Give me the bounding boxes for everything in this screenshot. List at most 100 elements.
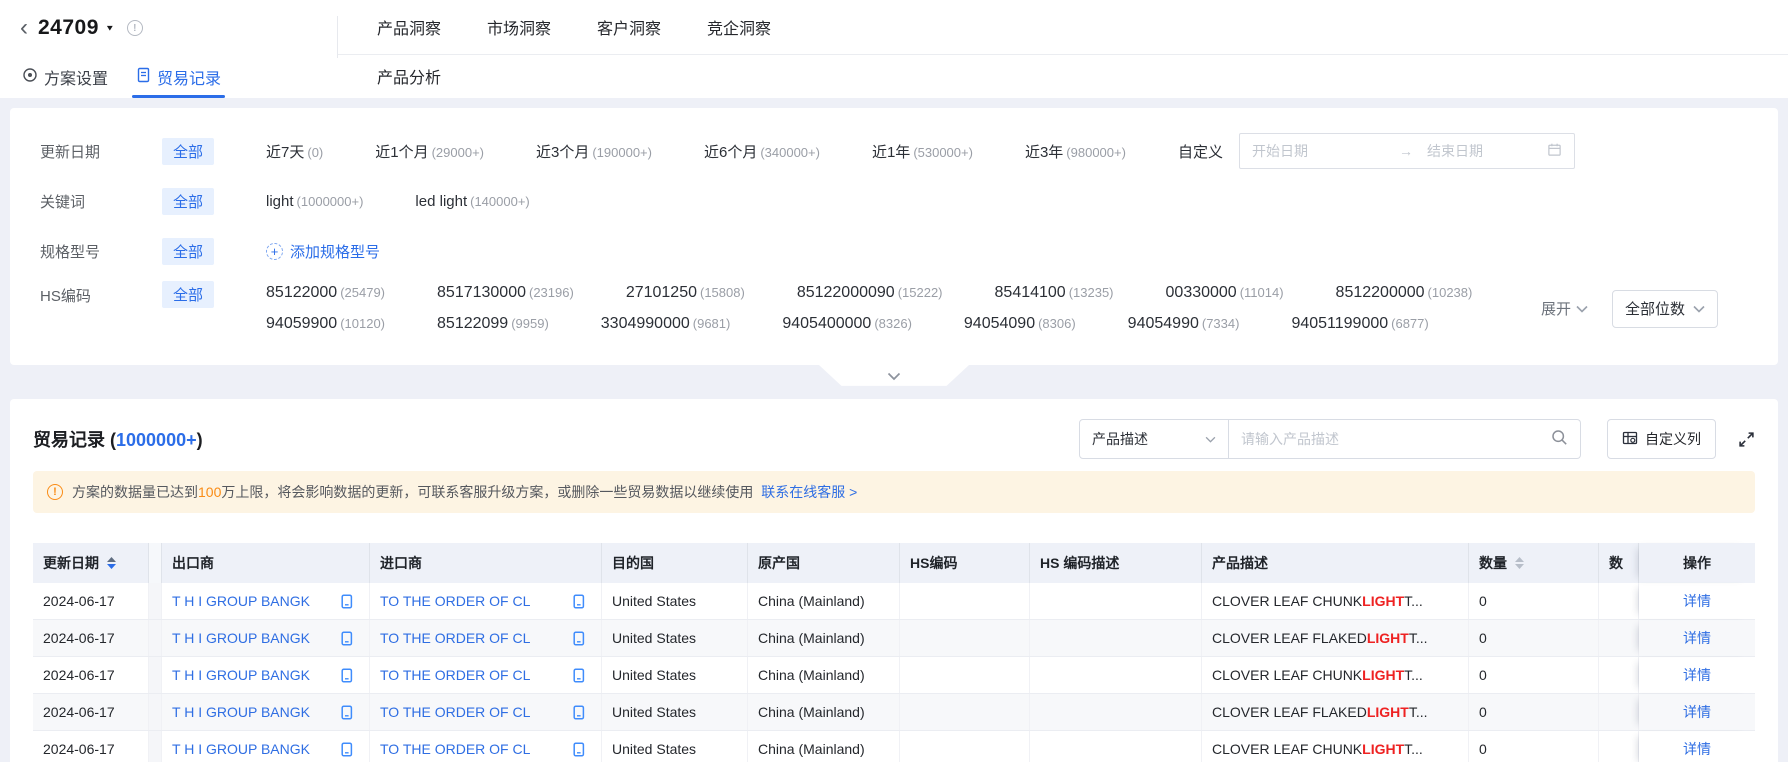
option-text: 近6个月 <box>703 143 758 161</box>
date-range-input[interactable]: 开始日期 → 结束日期 <box>1238 133 1575 169</box>
keyword-filter-option[interactable]: light (1000000+) <box>266 193 363 210</box>
hs-code-option[interactable]: 94054990 (7334) <box>1128 315 1240 333</box>
detail-link[interactable]: 详情 <box>1683 665 1711 685</box>
hs-code-option[interactable]: 85122099 (9959) <box>437 315 549 333</box>
copy-icon[interactable] <box>563 741 585 757</box>
option-count: (7334) <box>1201 316 1240 331</box>
tab-trade-records[interactable]: 贸易记录 <box>132 56 226 98</box>
section-title: 贸易记录 (1000000+) <box>33 426 203 452</box>
column-header: 数量 <box>1469 543 1599 583</box>
search-field-select[interactable]: 产品描述 <box>1079 419 1229 459</box>
collapse-filters-tab[interactable] <box>819 365 969 386</box>
sort-icon[interactable] <box>1515 557 1524 569</box>
hs-code-option[interactable]: 00330000 (11014) <box>1166 284 1284 302</box>
importer-link[interactable]: TO THE ORDER OF CL <box>380 593 530 609</box>
hs-filter-all-tag[interactable]: 全部 <box>162 281 215 308</box>
exporter-link[interactable]: T H I GROUP BANGK <box>172 741 310 757</box>
copy-icon[interactable] <box>563 704 585 720</box>
sort-icon[interactable] <box>107 557 116 569</box>
hs-code-option[interactable]: 9405400000 (8326) <box>782 315 912 333</box>
hs-code-option[interactable]: 27101250 (15808) <box>626 284 745 302</box>
cell-importer: TO THE ORDER OF CL <box>370 583 602 619</box>
hs-digits-select[interactable]: 全部位数 <box>1611 289 1718 328</box>
option-count: (9959) <box>511 316 549 331</box>
frozen-column-gap <box>149 657 162 693</box>
detail-link[interactable]: 详情 <box>1683 739 1711 759</box>
copy-icon[interactable] <box>331 630 353 646</box>
copy-icon[interactable] <box>563 630 585 646</box>
tab-market-insight[interactable]: 市场洞察 <box>487 15 551 39</box>
exporter-link[interactable]: T H I GROUP BANGK <box>172 593 310 609</box>
table-row: 2024-06-17 T H I GROUP BANGK TO THE ORDER… <box>33 731 1755 762</box>
date-filter-option[interactable]: 近3个月 (190000+) <box>536 141 652 162</box>
importer-link[interactable]: TO THE ORDER OF CL <box>380 704 530 720</box>
cell-clipped <box>1599 731 1639 762</box>
tab-competitor-insight[interactable]: 竞企洞察 <box>707 15 771 39</box>
cell-importer: TO THE ORDER OF CL <box>370 694 602 730</box>
cell-origin: China (Mainland) <box>748 657 900 693</box>
option-count: (6877) <box>1391 316 1429 331</box>
plan-dropdown-icon[interactable]: ▼ <box>105 24 115 33</box>
column-label: 目的国 <box>612 555 654 571</box>
hs-code-option[interactable]: 94059900 (10120) <box>266 315 385 333</box>
exporter-link[interactable]: T H I GROUP BANGK <box>172 630 310 646</box>
fullscreen-icon[interactable] <box>1738 431 1755 448</box>
hs-code-option[interactable]: 94054090 (8306) <box>964 315 1076 333</box>
detail-link[interactable]: 详情 <box>1683 702 1711 722</box>
hs-code-option[interactable]: 85414100 (13235) <box>995 284 1114 302</box>
keyword-filter-option[interactable]: led light (140000+) <box>415 193 529 210</box>
date-filter-option[interactable]: 近7天 (0) <box>266 141 323 162</box>
hs-code-option[interactable]: 8517130000 (23196) <box>437 284 574 302</box>
back-icon[interactable]: ‹ <box>20 16 28 40</box>
copy-icon[interactable] <box>331 704 353 720</box>
tab-product-insight[interactable]: 产品洞察 <box>377 15 441 39</box>
option-count: (13235) <box>1068 285 1114 300</box>
search-input[interactable] <box>1241 431 1551 447</box>
importer-link[interactable]: TO THE ORDER OF CL <box>380 630 530 646</box>
option-count: (15222) <box>897 285 943 300</box>
exporter-link[interactable]: T H I GROUP BANGK <box>172 704 310 720</box>
option-text: 近7天 <box>266 143 305 161</box>
importer-link[interactable]: TO THE ORDER OF CL <box>380 741 530 757</box>
start-date-placeholder[interactable]: 开始日期 <box>1252 141 1399 161</box>
add-spec-button[interactable]: + 添加规格型号 <box>266 241 380 262</box>
cell-exporter: T H I GROUP BANGK <box>162 657 370 693</box>
copy-icon[interactable] <box>331 593 353 609</box>
hs-code-option[interactable]: 8512200000 (10238) <box>1336 284 1473 302</box>
custom-columns-button[interactable]: 自定义列 <box>1607 419 1716 459</box>
search-icon[interactable] <box>1551 429 1568 449</box>
trade-records-table: 更新日期 出口商 进口商 目的国 原产国 HS编码 HS 编码描述 产品描述 数量 数 操作 2… <box>33 543 1755 762</box>
copy-icon[interactable] <box>331 667 353 683</box>
copy-icon[interactable] <box>331 741 353 757</box>
spec-filter-all-tag[interactable]: 全部 <box>162 237 215 265</box>
copy-icon[interactable] <box>563 593 585 609</box>
date-filter-option[interactable]: 近6个月 (340000+) <box>704 141 820 162</box>
cell-product-desc: CLOVER LEAF CHUNK LIGHT T... <box>1202 657 1469 693</box>
tab-label: 贸易记录 <box>157 71 222 88</box>
date-filter-options: 近7天 (0) 近1个月 (29000+) 近3个月 (190000+) 近6个月 (3400… <box>266 141 1126 162</box>
plan-info-icon[interactable]: ! <box>126 20 143 36</box>
calendar-icon[interactable] <box>1547 142 1562 160</box>
keyword-filter-all-tag[interactable]: 全部 <box>162 187 215 215</box>
hs-code-option[interactable]: 3304990000 (9681) <box>601 315 731 333</box>
importer-link[interactable]: TO THE ORDER OF CL <box>380 667 530 683</box>
tab-plan-settings[interactable]: 方案设置 <box>22 56 108 98</box>
custom-date-label[interactable]: 自定义 <box>1178 141 1223 162</box>
hs-code-option[interactable]: 85122000 (25479) <box>266 284 385 302</box>
expand-toggle[interactable]: 展开 <box>1541 298 1588 319</box>
frozen-column-gap <box>149 694 162 730</box>
hs-code-option[interactable]: 94051199000 (6877) <box>1291 315 1428 333</box>
detail-link[interactable]: 详情 <box>1683 591 1711 611</box>
date-filter-option[interactable]: 近1年 (530000+) <box>872 141 973 162</box>
copy-icon[interactable] <box>563 667 585 683</box>
end-date-placeholder[interactable]: 结束日期 <box>1427 141 1547 161</box>
date-filter-option[interactable]: 近3年 (980000+) <box>1025 141 1126 162</box>
date-filter-all-tag[interactable]: 全部 <box>162 137 215 165</box>
tab-product-analysis[interactable]: 产品分析 <box>377 64 441 88</box>
date-filter-option[interactable]: 近1个月 (29000+) <box>375 141 484 162</box>
exporter-link[interactable]: T H I GROUP BANGK <box>172 667 310 683</box>
contact-support-link[interactable]: 联系在线客服 > <box>761 484 857 500</box>
hs-code-option[interactable]: 85122000090 (15222) <box>797 284 943 302</box>
tab-customer-insight[interactable]: 客户洞察 <box>597 15 661 39</box>
detail-link[interactable]: 详情 <box>1683 628 1711 648</box>
